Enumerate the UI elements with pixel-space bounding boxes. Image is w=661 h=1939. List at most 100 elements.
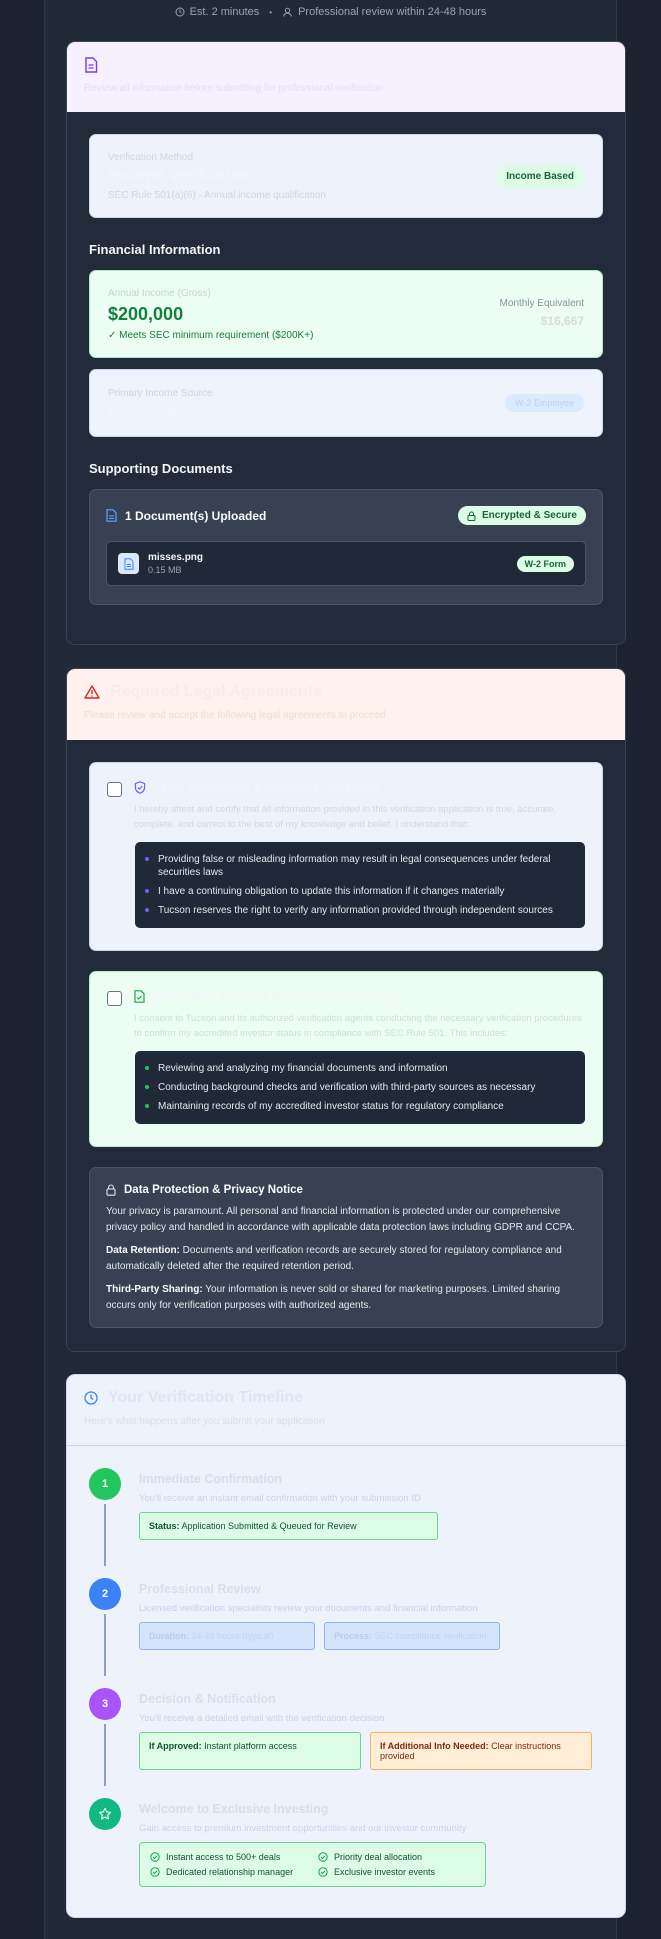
privacy-notice: Data Protection & Privacy Notice Your pr… xyxy=(89,1167,603,1328)
attestation-checkbox[interactable] xyxy=(107,782,122,797)
source-value: Employment xyxy=(108,403,187,418)
step-desc: Licensed verification specialists review… xyxy=(139,1603,478,1614)
consent-checkbox[interactable] xyxy=(107,991,122,1006)
step-connector xyxy=(104,1614,106,1676)
income-source-panel: Primary Income Source Employment W-2 Emp… xyxy=(89,369,603,437)
source-label: Primary Income Source xyxy=(108,388,213,399)
step-number: 3 xyxy=(89,1688,121,1720)
reviewer-icon xyxy=(283,7,293,17)
legal-title: Required Legal Agreements xyxy=(110,683,322,700)
file-size: 0.15 MB xyxy=(148,565,182,575)
verification-timeline-card: Your Verification Timeline Here's what h… xyxy=(66,1374,626,1918)
documents-panel: 1 Document(s) Uploaded Encrypted & Secur… xyxy=(89,489,603,605)
timeline-title: Your Verification Timeline xyxy=(108,1389,304,1406)
financial-title: Financial Information xyxy=(89,242,221,257)
clock-icon xyxy=(175,7,185,17)
sharing-paragraph: Third-Party Sharing: Your information is… xyxy=(106,1284,561,1311)
docs-title: Supporting Documents xyxy=(89,461,233,476)
step-connector xyxy=(104,1504,106,1566)
perk-item: Priority deal allocation xyxy=(318,1852,468,1862)
consent-title: Verification Consent & Privacy Agreement xyxy=(152,989,392,1003)
docs-count: 1 Document(s) Uploaded xyxy=(125,508,267,523)
monthly-value: $16,667 xyxy=(540,314,584,328)
timeline-header: Your Verification Timeline Here's what h… xyxy=(67,1375,625,1446)
lock-icon xyxy=(106,1184,116,1196)
summary-title: Complete Verification Summary xyxy=(108,56,349,73)
summary-subtitle: Review all information before submitting… xyxy=(84,83,384,94)
list-item: Providing false or misleading informatio… xyxy=(145,850,575,882)
review-time: Professional review within 24-48 hours xyxy=(282,6,486,18)
file-thumbnail-icon xyxy=(118,553,139,574)
step-desc: You'll receive a detailed email with the… xyxy=(139,1713,385,1724)
timeline-step-2: 2 Professional Review Licensed verificat… xyxy=(89,1578,603,1688)
duration-box: Duration: 24-48 hours (typical) xyxy=(139,1622,315,1650)
lock-icon xyxy=(467,511,476,521)
step-title: Immediate Confirmation xyxy=(139,1472,283,1486)
list-item: Maintaining records of my accredited inv… xyxy=(145,1097,575,1116)
process-box: Process: SEC compliance verification xyxy=(324,1622,500,1650)
legal-subtitle: Please review and accept the following l… xyxy=(84,710,386,721)
attestation-bullets: Providing false or misleading informatio… xyxy=(135,842,585,928)
privacy-title: Data Protection & Privacy Notice xyxy=(124,1184,303,1196)
check-circle-icon xyxy=(150,1852,160,1862)
list-item: Reviewing and analyzing my financial doc… xyxy=(145,1059,575,1078)
check-circle-icon xyxy=(318,1867,328,1877)
method-label: Verification Method xyxy=(108,151,194,163)
step-connector xyxy=(104,1724,106,1786)
consent-agreement: Verification Consent & Privacy Agreement… xyxy=(89,971,603,1147)
check-circle-icon xyxy=(150,1867,160,1877)
list-item: Tucson reserves the right to verify any … xyxy=(145,901,575,920)
step-number: 1 xyxy=(89,1468,121,1500)
attestation-title: Legal Attestation & Accuracy Statement xyxy=(153,780,381,794)
step-number: 2 xyxy=(89,1578,121,1610)
star-icon xyxy=(98,1807,112,1820)
file-icon xyxy=(106,509,117,522)
step-title: Decision & Notification xyxy=(139,1692,276,1706)
monthly-label: Monthly Equivalent xyxy=(499,298,585,309)
document-check-icon xyxy=(134,989,145,1003)
method-badge: Income Based xyxy=(496,164,584,188)
legal-header: Required Legal Agreements Please review … xyxy=(67,669,625,740)
legal-body: Legal Attestation & Accuracy Statement I… xyxy=(67,740,625,1351)
retention-paragraph: Data Retention: Documents and verificati… xyxy=(106,1245,562,1272)
star-step-badge xyxy=(89,1798,121,1830)
income-meets: ✓ Meets SEC minimum requirement ($200K+) xyxy=(108,330,314,341)
timeline-body: 1 Immediate Confirmation You'll receive … xyxy=(67,1446,625,1917)
est-time: Est. 2 minutes xyxy=(175,6,259,18)
additional-info-box: If Additional Info Needed: Clear instruc… xyxy=(370,1732,592,1770)
document-icon xyxy=(85,57,98,73)
timeline-step-1: 1 Immediate Confirmation You'll receive … xyxy=(89,1468,603,1578)
file-name: misses.png xyxy=(148,552,204,563)
step-title: Professional Review xyxy=(139,1582,261,1596)
summary-body: Verification Method Income Verification … xyxy=(67,112,625,644)
uploaded-file[interactable]: misses.png 0.15 MB W-2 Form xyxy=(106,541,586,586)
method-desc: SEC Rule 501(a)(6) - Annual income quali… xyxy=(108,189,326,201)
privacy-paragraph: Your privacy is paramount. All personal … xyxy=(106,1206,575,1233)
verification-method: Verification Method Income Verification … xyxy=(89,134,603,218)
separator-dot: • xyxy=(269,7,273,17)
verification-summary-card: Complete Verification Summary Review all… xyxy=(66,41,626,645)
approved-box: If Approved: Instant platform access xyxy=(139,1732,361,1770)
income-amount: $200,000 xyxy=(108,304,184,324)
perk-item: Dedicated relationship manager xyxy=(150,1867,318,1877)
source-badge: W-2 Employee xyxy=(505,394,584,412)
info-bar: Est. 2 minutes • Professional review wit… xyxy=(0,4,661,20)
file-type-tag: W-2 Form xyxy=(516,555,574,572)
attestation-text: I hereby attest and certify that all inf… xyxy=(134,804,557,830)
secure-badge: Encrypted & Secure xyxy=(457,506,586,525)
timeline-subtitle: Here's what happens after you submit you… xyxy=(84,1416,325,1427)
shield-check-icon xyxy=(134,780,146,794)
list-item: I have a continuing obligation to update… xyxy=(145,882,575,901)
consent-bullets: Reviewing and analyzing my financial doc… xyxy=(135,1051,585,1124)
legal-agreements-card: Required Legal Agreements Please review … xyxy=(66,668,626,1352)
summary-header: Complete Verification Summary Review all… xyxy=(67,42,625,112)
perk-item: Exclusive investor events xyxy=(318,1867,468,1877)
step-desc: Gain access to premium investment opport… xyxy=(139,1823,467,1834)
income-label: Annual Income (Gross) xyxy=(108,288,211,299)
check-circle-icon xyxy=(318,1852,328,1862)
attestation-agreement: Legal Attestation & Accuracy Statement I… xyxy=(89,762,603,951)
timeline-step-4: Welcome to Exclusive Investing Gain acce… xyxy=(89,1798,603,1917)
list-item: Conducting background checks and verific… xyxy=(145,1078,575,1097)
timeline-step-3: 3 Decision & Notification You'll receive… xyxy=(89,1688,603,1798)
perks-box: Instant access to 500+ deals Priority de… xyxy=(139,1842,486,1887)
